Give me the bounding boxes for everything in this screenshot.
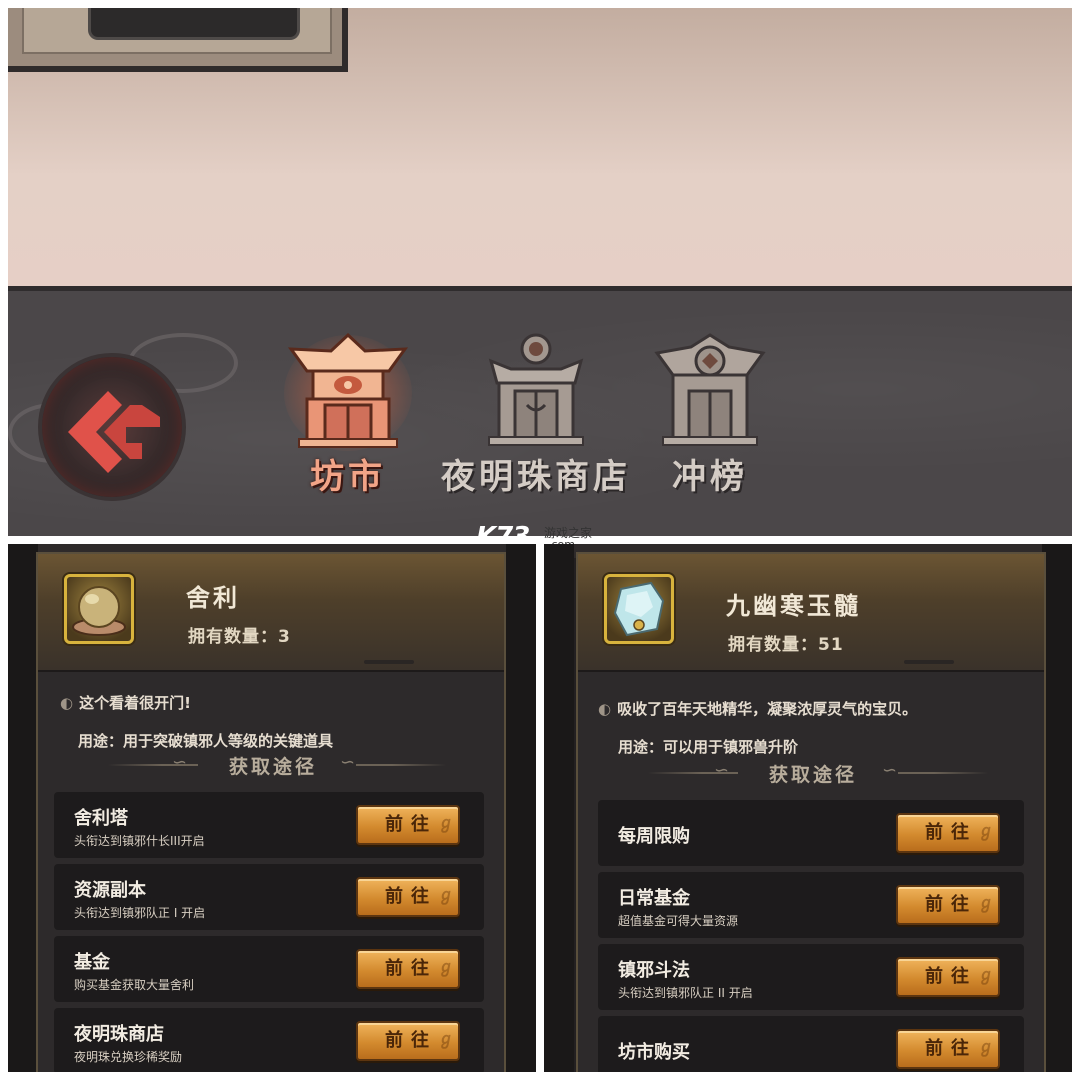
currency-panel-inner [22, 8, 332, 54]
relic-orb-icon [72, 586, 126, 636]
swirl-ornament-icon: ∽ [714, 760, 730, 781]
go-button[interactable]: 前往 [896, 957, 1000, 997]
source-title-text: 每周限购 [618, 826, 690, 847]
swirl-ornament-icon: ∽ [172, 752, 188, 773]
item-popup: 九幽寒玉髓 拥有数量：51 ◐ 吸收了百年天地精华，凝聚浓厚灵气的宝贝。 用途：可… [576, 552, 1046, 1072]
source-row: 基金 购买基金获取大量舍利 前往 [54, 936, 484, 1002]
source-row: 日常基金 超值基金可得大量资源 前往 [598, 872, 1024, 938]
currency-panel [8, 8, 348, 72]
tab-label: 坊市 [310, 457, 386, 497]
relic-item-icon [64, 574, 134, 644]
source-row: 舍利塔 头衔达到镇邪什长III开启 前往 [54, 792, 484, 858]
swirl-ornament-icon: ∽ [340, 752, 356, 773]
bullet-icon: ◐ [598, 700, 612, 718]
bullet-icon: ◐ [60, 694, 74, 712]
currency-counter [88, 8, 300, 40]
source-title-text: 资源副本 [74, 880, 146, 901]
item-name: 舍利 [186, 583, 240, 612]
tab-pearl-shop[interactable]: 夜明珠商店 [436, 331, 636, 501]
source-title-text: 夜明珠商店 [74, 1024, 164, 1045]
go-button[interactable]: 前往 [356, 1021, 460, 1061]
item-usage: 用途：可以用于镇邪兽升阶 [618, 738, 799, 756]
source-subtitle: 头衔达到镇邪什长III开启 [74, 834, 205, 848]
description-text: 这个看着很开门! [79, 694, 191, 712]
jade-crystal-icon [613, 581, 665, 637]
source-title: 获取途径 [768, 764, 857, 786]
swirl-ornament-icon: ∽ [882, 760, 898, 781]
source-subtitle: 头衔达到镇邪队正 II 开启 [618, 986, 753, 1000]
item-name: 九幽寒玉髓 [726, 591, 861, 620]
source-row: 资源副本 头衔达到镇邪队正 I 开启 前往 [54, 864, 484, 930]
item-usage: 用途：用于突破镇邪人等级的关键道具 [78, 732, 334, 750]
go-button[interactable]: 前往 [356, 949, 460, 989]
source-title-text: 日常基金 [618, 888, 690, 909]
source-subtitle: 夜明珠兑换珍稀奖励 [74, 1050, 183, 1064]
description-text: 吸收了百年天地精华，凝聚浓厚灵气的宝贝。 [617, 700, 918, 718]
back-button[interactable] [38, 353, 186, 501]
source-row: 坊市购买 前往 [598, 1016, 1024, 1072]
source-title: 获取途径 [228, 756, 317, 778]
source-row: 每周限购 前往 [598, 800, 1024, 866]
item-count: 拥有数量：3 [188, 627, 291, 647]
background-strip [544, 544, 574, 1072]
shop-nav-bar: 坊市 夜明珠商店 冲榜 [8, 286, 1072, 536]
background-strip [8, 544, 38, 1072]
back-arrow-icon [68, 391, 160, 473]
tab-label: 夜明珠商店 [441, 457, 631, 497]
go-button[interactable]: 前往 [356, 805, 460, 845]
ranking-building-icon [654, 333, 766, 446]
background-strip [1042, 544, 1072, 1072]
back-button-area[interactable] [8, 323, 248, 503]
item-description: ◐ 这个看着很开门! [60, 692, 191, 713]
divider [898, 772, 988, 774]
item-info-card-right: 九幽寒玉髓 拥有数量：51 ◐ 吸收了百年天地精华，凝聚浓厚灵气的宝贝。 用途：可… [544, 544, 1072, 1072]
tab-ranking[interactable]: 冲榜 [620, 331, 800, 501]
source-subtitle: 头衔达到镇邪队正 I 开启 [74, 906, 206, 920]
jade-item-icon [604, 574, 674, 644]
shop-screen: 坊市 夜明珠商店 冲榜 [8, 8, 1072, 536]
popup-header: 舍利 拥有数量：3 [38, 554, 504, 672]
source-row: 夜明珠商店 夜明珠兑换珍稀奖励 前往 [54, 1008, 484, 1072]
source-title-text: 基金 [74, 952, 110, 973]
pearl-shop-building-icon [488, 333, 584, 446]
tab-label: 冲榜 [672, 457, 748, 497]
source-title-text: 舍利塔 [74, 808, 128, 829]
go-button[interactable]: 前往 [896, 813, 1000, 853]
source-subtitle: 超值基金可得大量资源 [618, 914, 739, 928]
item-info-card-left: 舍利 拥有数量：3 ◐ 这个看着很开门! 用途：用于突破镇邪人等级的关键道具 ∽ … [8, 544, 536, 1072]
item-popup: 舍利 拥有数量：3 ◐ 这个看着很开门! 用途：用于突破镇邪人等级的关键道具 ∽ … [36, 552, 506, 1072]
source-title-text: 坊市购买 [618, 1042, 690, 1063]
source-subtitle: 购买基金获取大量舍利 [74, 978, 195, 992]
source-title-text: 镇邪斗法 [618, 960, 690, 981]
go-button[interactable]: 前往 [896, 1029, 1000, 1069]
background-strip [506, 544, 536, 1072]
popup-header: 九幽寒玉髓 拥有数量：51 [578, 554, 1044, 672]
market-building-icon [284, 332, 412, 451]
item-description: ◐ 吸收了百年天地精华，凝聚浓厚灵气的宝贝。 [598, 698, 917, 719]
go-button[interactable]: 前往 [896, 885, 1000, 925]
source-row: 镇邪斗法 头衔达到镇邪队正 II 开启 前往 [598, 944, 1024, 1010]
go-button[interactable]: 前往 [356, 877, 460, 917]
divider [356, 764, 446, 766]
item-count: 拥有数量：51 [728, 635, 844, 655]
tab-market[interactable]: 坊市 [248, 331, 448, 501]
